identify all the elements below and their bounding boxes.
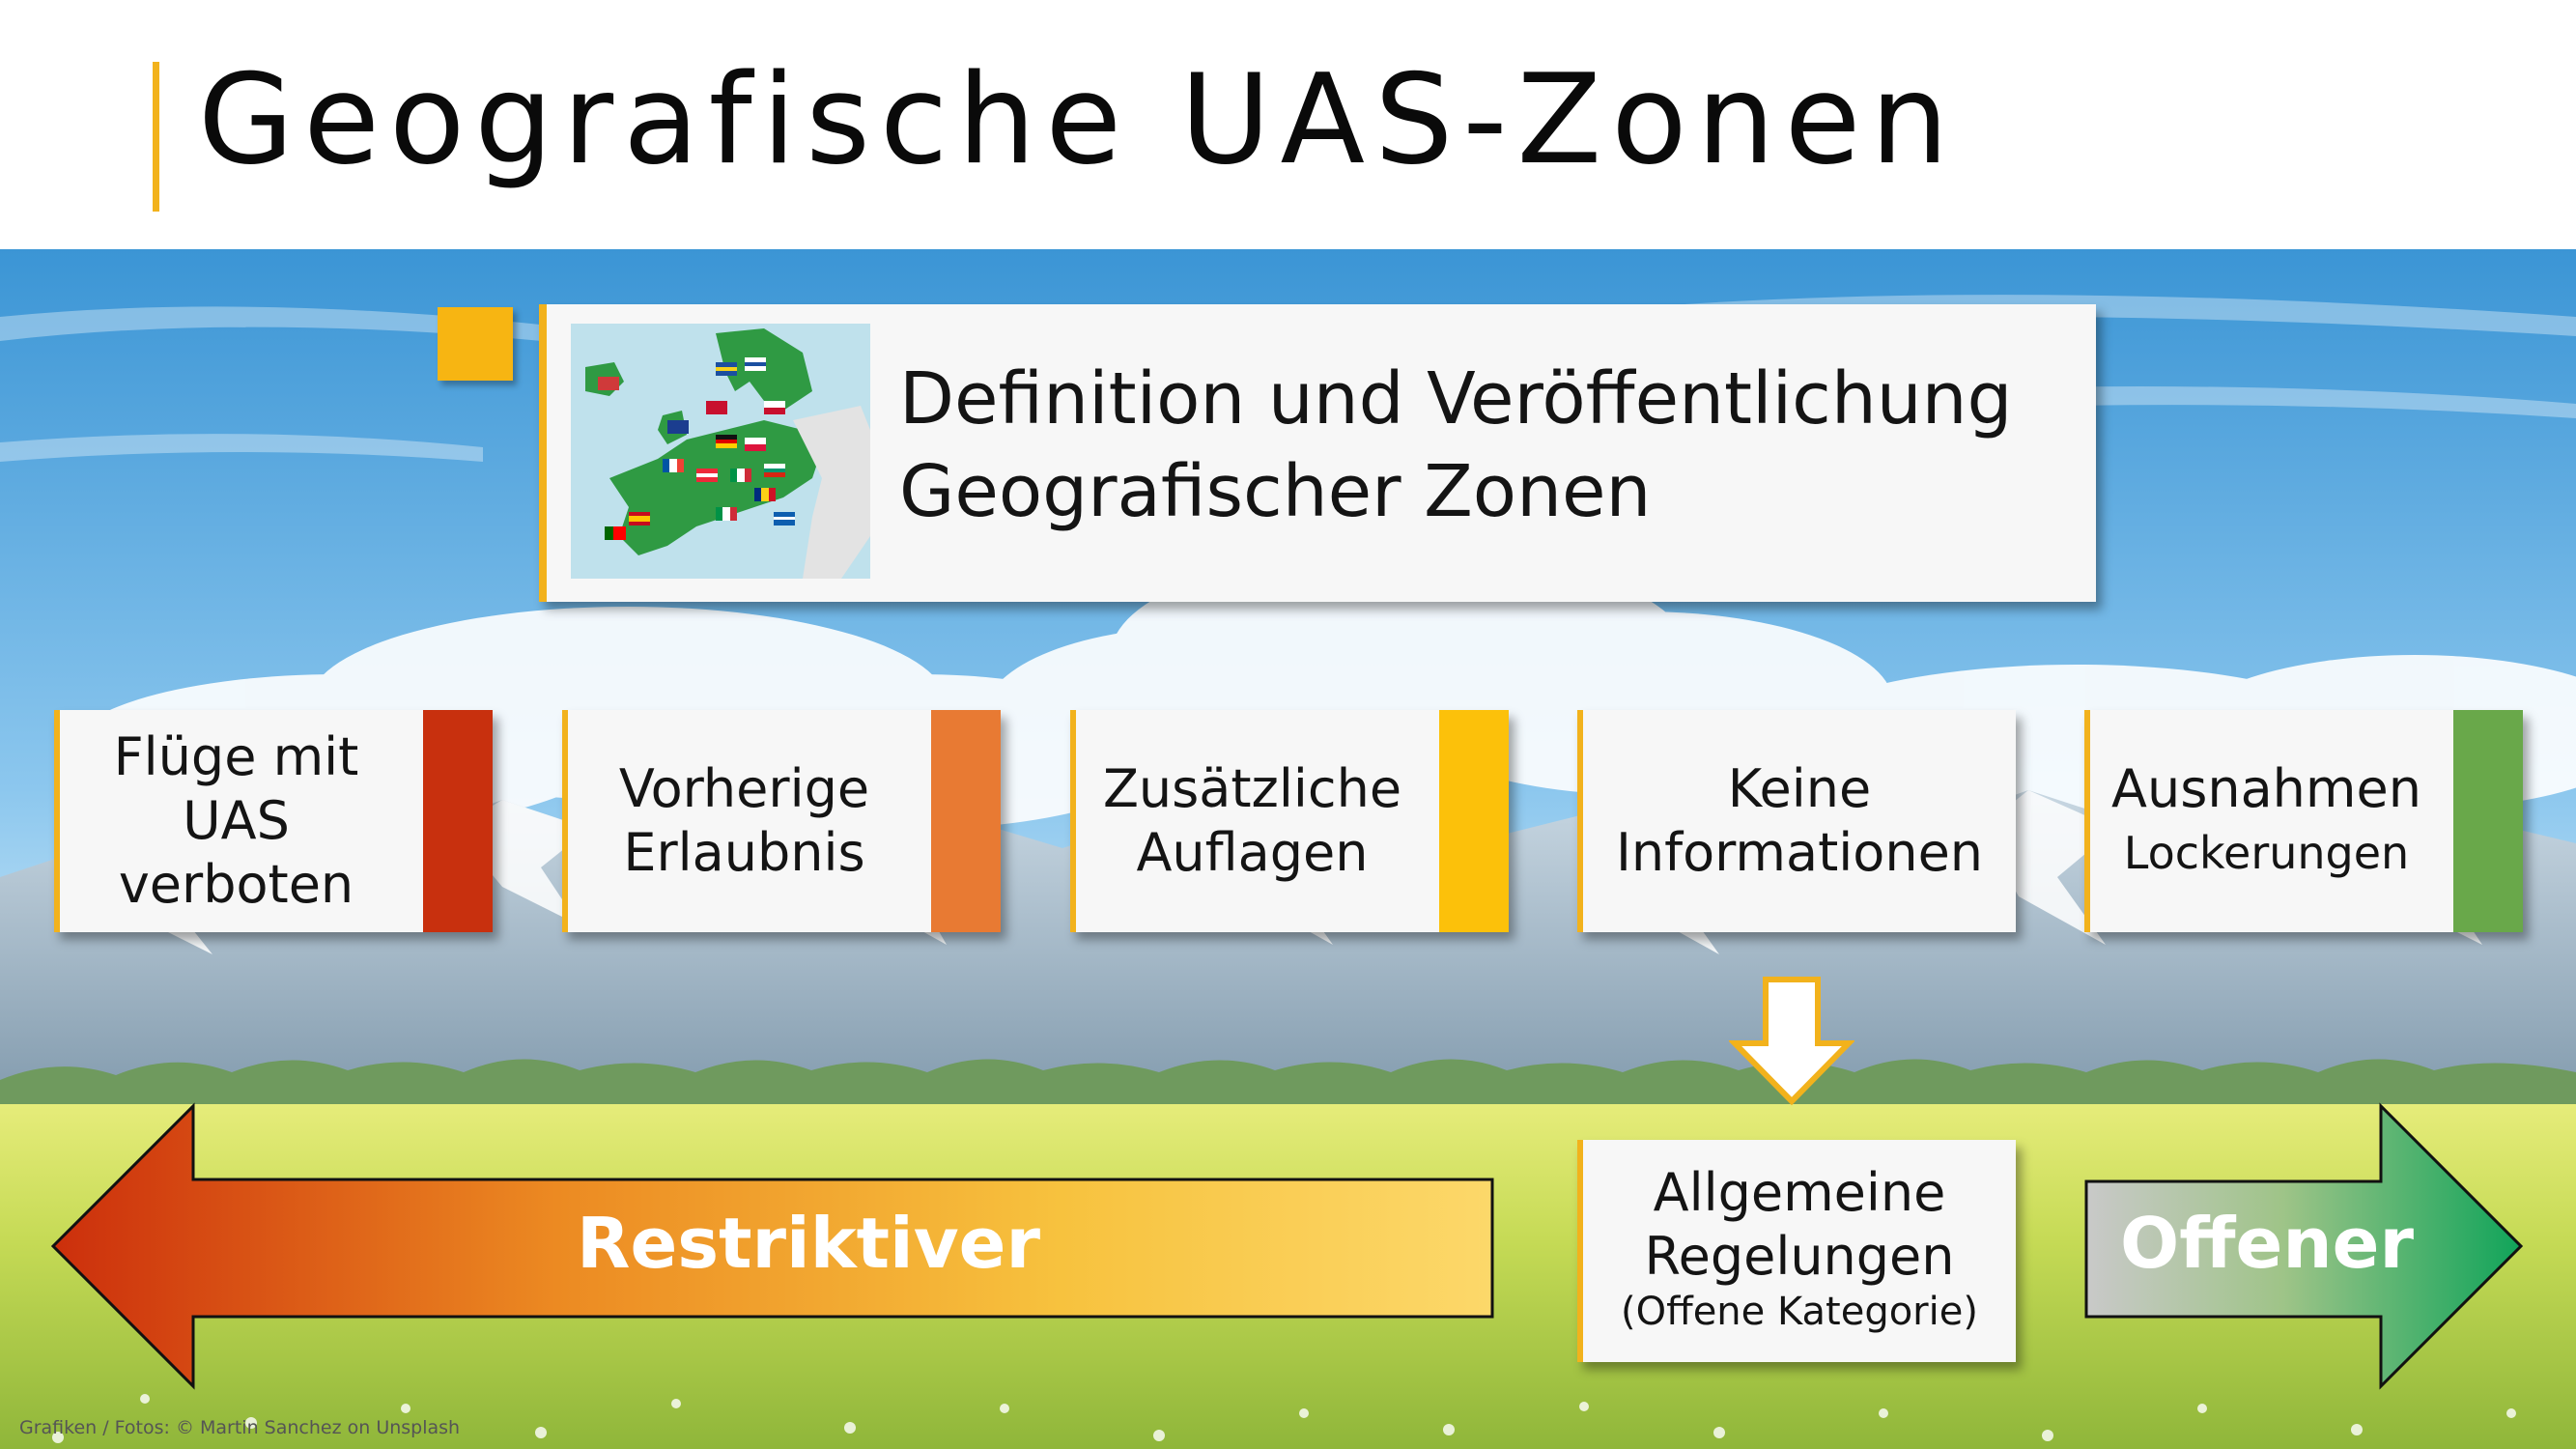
zone-color-strip xyxy=(931,710,1001,932)
restrictive-label: Restriktiver xyxy=(577,1203,1040,1284)
accent-square xyxy=(438,307,513,381)
zone-label-line-2: Auflagen xyxy=(1136,822,1369,883)
zone-label: Ausnahmen Lockerungen xyxy=(2090,710,2443,932)
zone-label-line-1: Vorherige xyxy=(618,758,870,819)
zone-label: Flüge mit UAS verboten xyxy=(60,710,412,932)
zone-card-prior-permission: Vorherige Erlaubnis xyxy=(562,710,1001,932)
zone-label: Keine Informationen xyxy=(1583,710,2016,932)
general-rules-label: Allgemeine Regelungen xyxy=(1583,1161,2016,1289)
zone-card-exceptions: Ausnahmen Lockerungen xyxy=(2084,710,2523,932)
open-label: Offener xyxy=(2120,1203,2414,1284)
definition-line-2: Geografischer Zonen xyxy=(899,450,1652,533)
zone-label-line-2: UAS xyxy=(183,790,290,851)
europe-map-icon xyxy=(571,324,870,579)
definition-line-1: Definition und Veröffentlichung xyxy=(899,357,2013,440)
down-arrow-icon xyxy=(1729,977,1854,1106)
zone-label-line-2: Erlaubnis xyxy=(623,822,865,883)
title-accent-bar xyxy=(153,62,159,212)
zone-label-line-1: Flüge mit xyxy=(113,726,359,787)
general-rules-subtitle: (Offene Kategorie) xyxy=(1621,1290,1978,1334)
zone-card-flights-prohibited: Flüge mit UAS verboten xyxy=(54,710,493,932)
header: Geografische UAS-Zonen xyxy=(0,0,2576,249)
zone-label: Vorherige Erlaubnis xyxy=(568,710,920,932)
zone-label-line-1: Zusätzliche xyxy=(1102,758,1402,819)
zone-label-line-1: Ausnahmen xyxy=(2111,758,2421,819)
definition-card: Definition und Veröffentlichung Geografi… xyxy=(539,304,2096,602)
general-rules-card: Allgemeine Regelungen (Offene Kategorie) xyxy=(1577,1140,2016,1362)
photo-credit: Grafiken / Fotos: © Martin Sanchez on Un… xyxy=(19,1417,461,1438)
page-title: Geografische UAS-Zonen xyxy=(198,48,1959,192)
zone-color-strip xyxy=(2453,710,2523,932)
zone-card-additional-requirements: Zusätzliche Auflagen xyxy=(1070,710,1509,932)
general-rules-line-2: Regelungen xyxy=(1644,1226,1955,1287)
general-rules-line-1: Allgemeine xyxy=(1653,1162,1946,1223)
zone-label-line-3: verboten xyxy=(118,854,354,915)
zone-color-strip xyxy=(423,710,493,932)
zone-card-no-information: Keine Informationen xyxy=(1577,710,2016,932)
zone-label-line-1: Keine xyxy=(1727,758,1872,819)
zone-label-line-2: Lockerungen xyxy=(2123,827,2410,879)
zone-label-line-2: Informationen xyxy=(1615,822,1984,883)
zone-label: Zusätzliche Auflagen xyxy=(1076,710,1429,932)
definition-text: Definition und Veröffentlichung Geografi… xyxy=(899,353,2078,538)
zone-color-strip xyxy=(1439,710,1509,932)
